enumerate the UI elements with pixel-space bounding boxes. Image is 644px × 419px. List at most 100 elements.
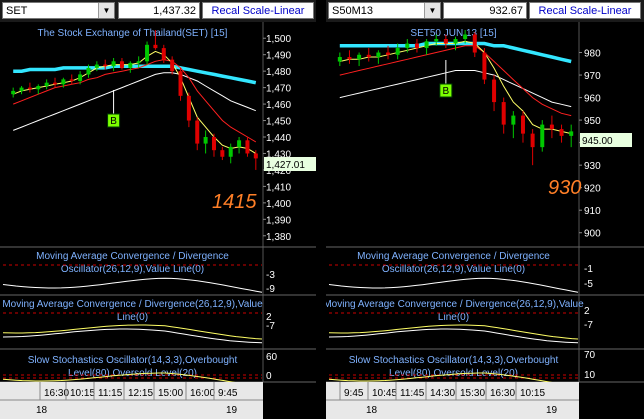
candle-body — [482, 52, 487, 80]
stoch-axis-label: 10 — [584, 370, 596, 381]
candle-body — [405, 43, 410, 49]
candle-body — [86, 67, 91, 75]
macd-signal-line — [328, 328, 579, 344]
candle-body — [472, 34, 477, 53]
oscillator-label: Moving Average Convergence / Divergence(… — [2, 299, 263, 323]
candle-body — [237, 140, 242, 147]
oscillator-label: Moving Average Convergence / Divergence O… — [357, 251, 550, 275]
time-label: 11:45 — [400, 388, 425, 399]
price-tick-label: 1,460 — [266, 100, 291, 111]
candle-body — [53, 82, 58, 85]
candle-body — [253, 153, 258, 159]
macd1-axis-label: -3 — [266, 270, 275, 281]
chart-canvas: 980970960950940930920910900SET50 JUN 13 … — [326, 22, 644, 419]
candle-body — [386, 52, 391, 55]
time-label: 11:15 — [98, 388, 123, 399]
time-label: 14:30 — [430, 388, 455, 399]
candle-body — [27, 87, 32, 90]
macd1-axis-label: -9 — [266, 284, 275, 295]
price-tick-label: 1,450 — [266, 117, 291, 128]
candle-body — [178, 71, 183, 96]
symbol-select[interactable]: S50M13 ▼ — [328, 2, 441, 19]
price-tick-label: 1,400 — [266, 199, 291, 210]
oscillator-label: Moving Average Convergence / Divergence(… — [326, 299, 584, 323]
macd-signal-line — [2, 328, 263, 344]
chart-title: SET50 JUN 13 [15] — [410, 28, 496, 39]
chart-canvas: 1,5001,4901,4801,4701,4601,4501,4401,430… — [0, 22, 316, 419]
candle-body — [78, 74, 83, 82]
buy-marker-label: B — [443, 86, 450, 97]
candle-body — [170, 59, 175, 72]
candle-body — [414, 43, 419, 49]
moving-average-line-white — [339, 70, 572, 108]
price-tick-label: 1,480 — [266, 67, 291, 78]
price-tick-label: 950 — [584, 116, 601, 127]
candle-body — [501, 102, 506, 125]
oscillator-label: Moving Average Convergence / Divergence O… — [36, 251, 229, 275]
chevron-down-icon[interactable]: ▼ — [424, 3, 440, 18]
price-tick-label: 910 — [584, 206, 601, 217]
candle-body — [357, 54, 362, 60]
price-annotation: 930 — [548, 177, 581, 199]
candle-body — [245, 140, 250, 154]
macd-line — [328, 324, 579, 340]
price-tick-label: 1,380 — [266, 232, 291, 243]
price-tick-label: 1,470 — [266, 84, 291, 95]
last-price: 1,437.32 — [118, 2, 200, 19]
time-label: 12:15 — [128, 388, 153, 399]
candle-body — [228, 146, 233, 157]
candle-body — [19, 87, 24, 91]
time-label: 10:45 — [372, 388, 397, 399]
candle-body — [520, 115, 525, 134]
candle-body — [337, 57, 342, 62]
candle-body — [128, 62, 133, 68]
candle-body — [569, 131, 574, 136]
chart-pane-set: SET ▼ 1,437.32 Recal Scale-Linear 1,500 1… — [0, 0, 316, 419]
time-label: 15:00 — [158, 388, 183, 399]
time-label: 16:00 — [190, 388, 215, 399]
candle-body — [443, 39, 448, 44]
macd-line — [2, 324, 263, 340]
moving-average-line-white — [13, 72, 256, 131]
price-annotation: 1415 — [212, 191, 257, 213]
buy-marker-label: B — [110, 116, 117, 127]
candle-body — [220, 150, 225, 157]
price-tick-label: 920 — [584, 184, 601, 195]
candle-body — [103, 64, 108, 67]
candle-body — [11, 90, 16, 95]
candle-body — [549, 124, 554, 130]
price-tick-label: 980 — [584, 49, 601, 60]
price-tick-label: 900 — [584, 229, 601, 240]
recal-scale-button[interactable]: Recal Scale-Linear — [202, 2, 314, 19]
candle-body — [186, 95, 191, 121]
price-tick-label: 960 — [584, 94, 601, 105]
candle-body — [559, 129, 564, 136]
candle-body — [161, 48, 166, 60]
date-label: 18 — [36, 405, 48, 416]
candle-body — [36, 85, 41, 90]
stoch-axis-label: 60 — [266, 352, 278, 363]
pane-divider — [316, 0, 326, 419]
candle-body — [111, 61, 116, 67]
stoch-axis-label: 0 — [266, 371, 272, 382]
symbol-select[interactable]: SET ▼ — [2, 2, 115, 19]
candle-body — [203, 137, 208, 144]
candle-body — [453, 39, 458, 44]
chart-title: The Stock Exchange of Thailand(SET) [15] — [38, 28, 228, 39]
price-tick-label: 1,410 — [266, 182, 291, 193]
candle-body — [463, 34, 468, 40]
last-price: 932.67 — [443, 2, 527, 19]
time-label: 10:15 — [70, 388, 95, 399]
candle-body — [492, 79, 497, 103]
candle-body — [44, 82, 49, 86]
price-tick-label: 970 — [584, 71, 601, 82]
price-tick-label: 1,500 — [266, 34, 291, 45]
candle-body — [376, 52, 381, 58]
recal-scale-button[interactable]: Recal Scale-Linear — [529, 2, 641, 19]
time-label: 9:45 — [344, 388, 364, 399]
chevron-down-icon[interactable]: ▼ — [98, 3, 114, 18]
candle-body — [424, 41, 429, 49]
candle-body — [540, 124, 545, 148]
price-tick-label: 1,390 — [266, 215, 291, 226]
candle-body — [145, 44, 150, 62]
